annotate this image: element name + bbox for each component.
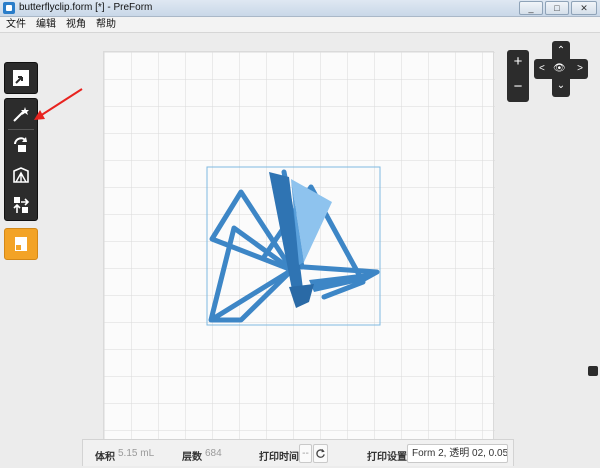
annotation-arrow	[34, 88, 83, 120]
volume-label: 体积	[95, 452, 115, 463]
print-time-value: --	[299, 444, 312, 463]
rotate-icon	[14, 137, 27, 152]
print-icon	[15, 237, 27, 251]
pan-right-button[interactable]: >	[577, 59, 583, 79]
menu-view[interactable]: 视角	[66, 17, 86, 32]
minimize-button[interactable]: _	[519, 1, 543, 15]
menu-bar: 文件 编辑 视角 帮助	[0, 17, 600, 33]
orientation-button[interactable]	[5, 130, 37, 160]
job-info-bar: 体积 5.15 mL 层数 684 打印时间 -- 打印设置 Form 2, 透…	[82, 439, 514, 466]
home-view-icon[interactable]: 👁	[553, 59, 566, 79]
menu-help[interactable]: 帮助	[96, 17, 116, 32]
print-settings-select[interactable]: Form 2, 透明 02, 0.05 mm	[407, 444, 508, 463]
butterfly-clip-model[interactable]	[104, 52, 495, 452]
layout-button[interactable]	[5, 190, 37, 220]
supports-icon	[13, 167, 29, 183]
refresh-estimate-button[interactable]	[313, 444, 328, 463]
zoom-in-button[interactable]: +	[507, 50, 529, 75]
menu-file[interactable]: 文件	[6, 17, 26, 32]
close-button[interactable]: ✕	[571, 1, 597, 15]
volume-value: 5.15 mL	[118, 448, 155, 459]
pan-left-button[interactable]: <	[539, 59, 545, 79]
layers-value: 684	[205, 448, 222, 459]
fit-view-icon	[13, 70, 29, 86]
pan-down-button[interactable]: ⌄	[552, 79, 570, 97]
view-navigation: ⌃ < 👁 > ⌄	[534, 41, 588, 97]
window-title: butterflyclip.form [*] - PreForm	[19, 2, 153, 13]
print-settings-label: 打印设置	[367, 452, 407, 463]
preform-app-icon	[3, 2, 15, 14]
print-tool[interactable]	[4, 228, 38, 260]
magic-wand-icon	[13, 107, 29, 122]
menu-edit[interactable]: 编辑	[36, 17, 56, 32]
print-time-label: 打印时间	[259, 452, 299, 463]
zoom-controls: + −	[507, 50, 529, 102]
print-button[interactable]	[5, 229, 37, 259]
layers-label: 层数	[182, 452, 202, 463]
build-plate[interactable]	[103, 51, 495, 452]
maximize-button[interactable]: □	[545, 1, 569, 15]
title-bar: butterflyclip.form [*] - PreForm _ □ ✕	[0, 0, 600, 17]
viewport[interactable]: + − ⌃ < 👁 > ⌄ 体积 5.15 mL 层数 684 打印时间 -- …	[0, 33, 600, 468]
zoom-out-button[interactable]: −	[507, 75, 529, 100]
layout-icon	[13, 197, 30, 213]
nav-middle-row: < 👁 >	[534, 59, 588, 79]
pan-up-button[interactable]: ⌃	[552, 41, 570, 59]
refresh-icon	[316, 448, 325, 458]
window-controls: _ □ ✕	[519, 1, 597, 15]
side-panel-handle[interactable]	[588, 366, 598, 376]
supports-button[interactable]	[5, 160, 37, 190]
